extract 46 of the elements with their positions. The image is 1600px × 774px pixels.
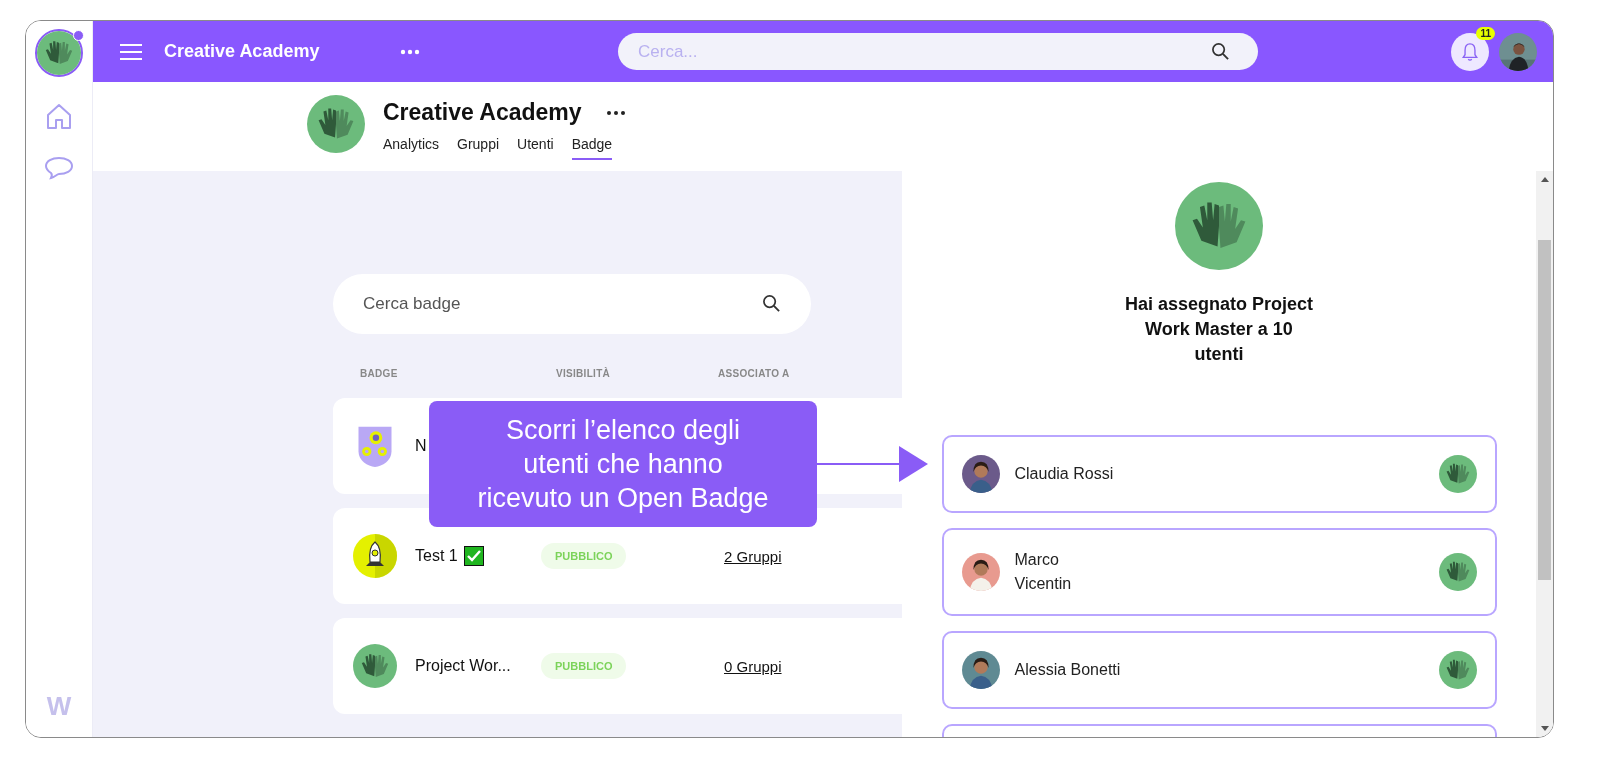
badge-icon xyxy=(1438,553,1477,591)
rocket-badge-icon xyxy=(353,534,397,578)
groups-link[interactable]: 2 Gruppi xyxy=(724,547,782,565)
tab[interactable]: Gruppi xyxy=(457,136,500,160)
badge-icon xyxy=(1438,651,1477,689)
badge-icon xyxy=(1438,455,1477,493)
tab[interactable]: Utenti xyxy=(517,136,554,160)
visibility-tag: PUBBLICO xyxy=(541,543,627,569)
table-row[interactable]: Project Wor... PUBBLICO 0 Gruppi xyxy=(333,618,902,714)
hands-badge-icon xyxy=(353,644,397,688)
user-name: Alessia Bonetti xyxy=(1014,660,1121,680)
notification-count: 11 xyxy=(1476,26,1495,40)
bell-icon xyxy=(1461,41,1479,62)
org-name: Creative Academy xyxy=(383,99,582,126)
groups-link[interactable]: 0 Gruppi xyxy=(724,657,782,675)
more-icon[interactable] xyxy=(605,109,626,116)
home-icon[interactable] xyxy=(44,101,74,131)
user-card[interactable]: Alessia Bonetti xyxy=(941,631,1497,709)
badge-name: N xyxy=(415,437,427,455)
column-header: BADGE xyxy=(360,368,399,381)
org-badge-icon xyxy=(307,95,365,153)
user-name: Claudia Rossi xyxy=(1014,464,1114,484)
column-header: ASSOCIATO A xyxy=(718,368,790,381)
column-header: VISIBILITÀ xyxy=(556,368,612,381)
user-card[interactable]: Marco Vicentin xyxy=(941,528,1497,616)
menu-icon[interactable] xyxy=(119,42,143,61)
search-icon[interactable] xyxy=(1211,42,1230,61)
visibility-tag: PUBBLICO xyxy=(541,653,627,679)
tab[interactable]: Badge xyxy=(571,136,613,160)
search-icon[interactable] xyxy=(762,294,781,313)
panel-title: Hai assegnato Project Work Master a 10 utenti xyxy=(1124,293,1314,366)
tab[interactable]: Analytics xyxy=(383,136,440,160)
user-name: Marco Vicentin xyxy=(1014,550,1072,594)
scrollbar-thumb[interactable] xyxy=(1538,240,1551,580)
scrollbar[interactable] xyxy=(1536,171,1553,737)
badge-icon xyxy=(1175,182,1263,270)
brand-logo: W xyxy=(46,693,72,719)
org-logo-icon xyxy=(37,31,81,75)
chat-icon[interactable] xyxy=(44,155,74,181)
callout-tooltip: Scorri l’elenco degli utenti che hanno ricevuto un Open Badge xyxy=(429,401,817,527)
badge-name: Test 1 xyxy=(415,547,458,565)
app-title: Creative Academy xyxy=(164,41,321,62)
search-field[interactable]: Cerca badge xyxy=(333,274,811,334)
search-field[interactable]: Cerca... xyxy=(618,33,1258,70)
user-card[interactable]: Claudia Rossi xyxy=(941,435,1497,513)
badge-name: Project Wor... xyxy=(415,657,511,675)
